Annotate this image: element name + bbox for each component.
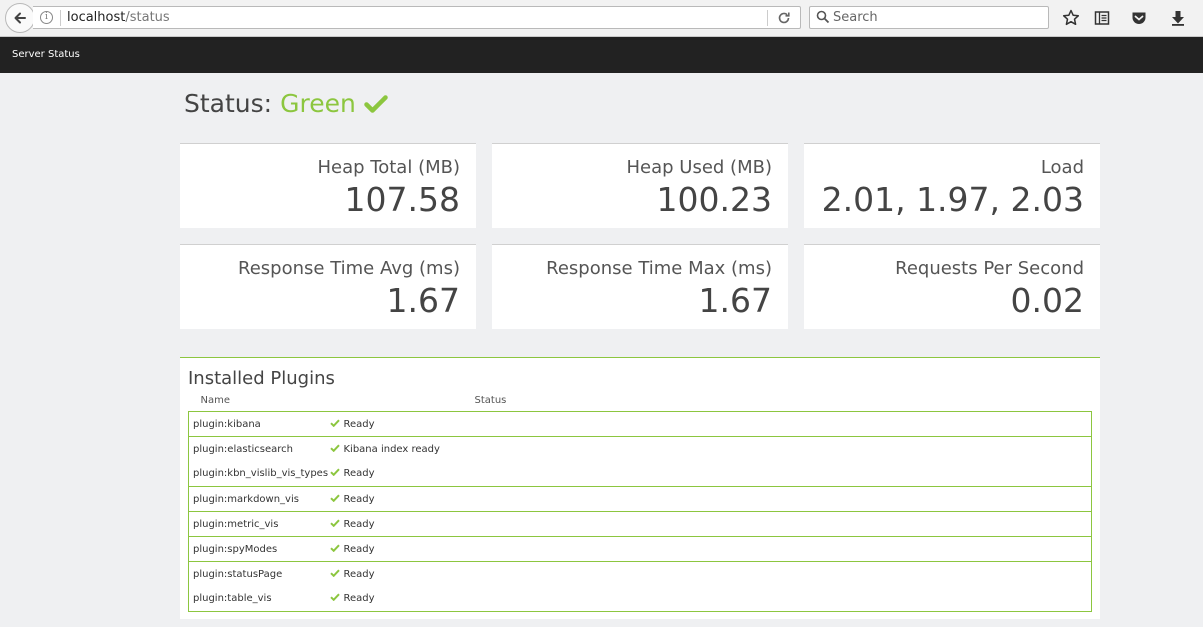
column-header-name: Name [200, 395, 231, 406]
metric-value: 1.67 [386, 281, 460, 320]
status-state: Green [280, 89, 356, 118]
metrics-grid: Heap Total (MB) 107.58 Heap Used (MB) 10… [180, 143, 1100, 329]
metric-value: 2.01, 1.97, 2.03 [821, 180, 1084, 219]
table-row: plugin:kbn_vislib_vis_types Ready [189, 462, 1092, 487]
metric-heap-used: Heap Used (MB) 100.23 [492, 143, 788, 228]
search-icon [816, 10, 830, 24]
check-icon [329, 544, 340, 552]
metric-load: Load 2.01, 1.97, 2.03 [804, 143, 1100, 228]
page-title: Status: Green [184, 89, 1100, 118]
table-row: plugin:table_vis Ready [189, 587, 1092, 612]
plugin-status: Ready [343, 568, 375, 580]
plugin-name: plugin:markdown_vis [188, 486, 330, 512]
metric-label: Heap Total (MB) [317, 157, 460, 178]
back-button[interactable] [5, 3, 35, 33]
download-icon[interactable] [1168, 8, 1188, 28]
table-row: plugin:elasticsearch Kibana index ready [188, 436, 1092, 462]
main-content: Status: Green Heap Total (MB) 107.58 Hea… [180, 73, 1100, 619]
plugin-status-cell: Ready [329, 462, 1092, 487]
app-nav-bar: Server Status [0, 37, 1203, 73]
reload-icon[interactable] [776, 10, 792, 26]
pocket-icon[interactable] [1129, 8, 1149, 28]
metric-value: 0.02 [1010, 281, 1084, 320]
url-path: /status [125, 10, 170, 25]
plugin-status: Kibana index ready [343, 443, 440, 455]
reading-list-icon[interactable] [1092, 8, 1112, 28]
metric-label: Response Time Max (ms) [546, 258, 772, 279]
plugin-name: plugin:kbn_vislib_vis_types [193, 468, 329, 480]
plugin-status-cell: Ready [329, 587, 1092, 612]
check-icon [329, 444, 340, 452]
metric-value: 107.58 [344, 180, 460, 219]
metric-value: 100.23 [656, 180, 772, 219]
table-row: plugin:markdown_vis Ready [188, 486, 1092, 512]
plugin-status-cell: Ready [329, 511, 1092, 537]
table-row: plugin:kibana Ready [188, 411, 1092, 437]
plugin-status-cell: Ready [329, 411, 1092, 437]
back-arrow-icon [14, 12, 26, 24]
url-text[interactable]: localhost/status [67, 10, 170, 25]
plugin-name: plugin:spyModes [188, 536, 330, 562]
plugin-status-cell: Ready [329, 486, 1092, 512]
plugin-status-cell: Ready [329, 536, 1092, 562]
table-row: plugin:spyModes Ready [188, 536, 1092, 562]
metric-heap-total: Heap Total (MB) 107.58 [180, 143, 476, 228]
metric-label: Response Time Avg (ms) [238, 258, 460, 279]
browser-toolbar: i localhost/status [0, 0, 1203, 37]
metric-value: 1.67 [698, 281, 772, 320]
plugin-status: Ready [343, 468, 375, 480]
metric-response-time-max: Response Time Max (ms) 1.67 [492, 244, 788, 329]
url-bar[interactable]: i localhost/status [33, 6, 801, 29]
metric-requests-per-second: Requests Per Second 0.02 [804, 244, 1100, 329]
plugin-status: Ready [343, 418, 375, 430]
metric-label: Requests Per Second [895, 258, 1084, 279]
url-divider [60, 10, 61, 26]
url-host: localhost [67, 10, 126, 25]
plugin-name: plugin:statusPage [188, 561, 330, 587]
plugin-name: plugin:table_vis [193, 593, 272, 605]
plugin-status: Ready [343, 493, 375, 505]
check-icon [329, 419, 340, 427]
check-icon [329, 593, 340, 602]
plugin-status: Ready [343, 543, 375, 555]
installed-plugins-panel: Installed Plugins Name Status plugin:kib… [180, 357, 1100, 619]
plugin-name: plugin:elasticsearch [188, 436, 330, 462]
check-icon [329, 468, 340, 477]
info-icon[interactable]: i [40, 11, 53, 24]
plugin-name: plugin:metric_vis [188, 511, 330, 537]
plugin-name: plugin:kibana [188, 411, 330, 437]
metric-label: Load [1040, 157, 1084, 178]
table-row: plugin:statusPage Ready [188, 561, 1092, 587]
bookmark-star-icon[interactable] [1061, 8, 1081, 28]
plugin-status: Ready [343, 518, 375, 530]
check-icon [329, 519, 340, 527]
reload-divider [767, 10, 768, 26]
table-row: plugin:metric_vis Ready [188, 511, 1092, 537]
check-icon [364, 94, 388, 113]
plugin-status-cell: Ready [329, 561, 1092, 587]
nav-brand[interactable]: Server Status [12, 49, 80, 60]
plugins-table-body: plugin:kibana Ready plugin:elasticsearch… [188, 411, 1092, 612]
metric-response-time-avg: Response Time Avg (ms) 1.67 [180, 244, 476, 329]
column-header-status: Status [474, 395, 507, 406]
metric-label: Heap Used (MB) [626, 157, 773, 178]
check-icon [329, 569, 340, 577]
search-input[interactable] [833, 7, 1043, 28]
plugin-status: Ready [343, 593, 375, 605]
status-label: Status: [184, 89, 273, 118]
check-icon [329, 494, 340, 502]
plugins-table: Name Status plugin:kibana Ready plugin:e… [188, 392, 1092, 612]
plugins-title: Installed Plugins [188, 368, 335, 389]
plugin-status-cell: Kibana index ready [329, 436, 1092, 462]
search-bar[interactable] [809, 6, 1049, 29]
